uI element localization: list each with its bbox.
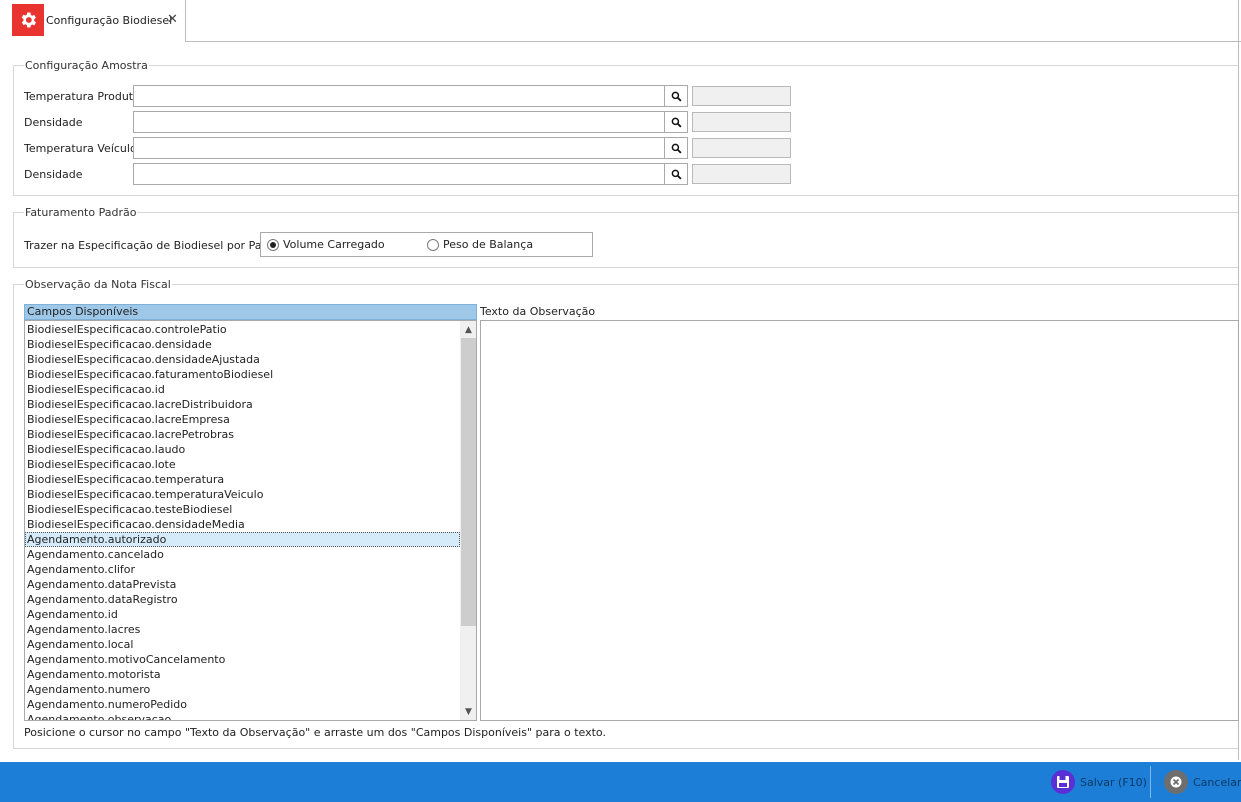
scroll-thumb[interactable] <box>461 338 476 626</box>
list-item[interactable]: BiodieselEspecificacao.densidade <box>25 337 460 352</box>
densidade-veiculo-search-button[interactable] <box>664 163 688 185</box>
radio-label: Volume Carregado <box>283 238 385 251</box>
list-item[interactable]: Agendamento.lacres <box>25 622 460 637</box>
list-item[interactable]: Agendamento.motivoCancelamento <box>25 652 460 667</box>
group-title: Configuração Amostra <box>24 59 149 72</box>
label-temperatura-produto: Temperatura Produto <box>24 90 140 103</box>
floppy-disk-icon <box>1051 770 1075 794</box>
cancel-label: Cancelar <box>1193 775 1241 789</box>
footer-divider <box>1150 766 1151 798</box>
radio-selected-indicator <box>267 238 279 251</box>
list-item[interactable]: BiodieselEspecificacao.faturamentoBiodie… <box>25 367 460 382</box>
radio-unselected-indicator <box>427 238 439 251</box>
list-item[interactable]: BiodieselEspecificacao.densidadeAjustada <box>25 352 460 367</box>
list-item[interactable]: Agendamento.autorizado <box>25 532 460 547</box>
list-item[interactable]: BiodieselEspecificacao.temperatura <box>25 472 460 487</box>
tab-bar: Configuração Biodiesel ✕ <box>0 0 1241 42</box>
densidade-input[interactable] <box>133 111 665 133</box>
gear-icon <box>12 4 44 36</box>
tab-configuracao-biodiesel[interactable]: Configuração Biodiesel ✕ <box>8 0 186 42</box>
app-window: Configuração Biodiesel ✕ Configuração Am… <box>0 0 1241 802</box>
list-item[interactable]: Agendamento.observacao <box>25 712 460 720</box>
densidade-search-button[interactable] <box>664 111 688 133</box>
tab-title: Configuração Biodiesel <box>46 14 173 27</box>
list-item[interactable]: BiodieselEspecificacao.lacrePetrobras <box>25 427 460 442</box>
search-icon <box>671 143 682 154</box>
search-icon <box>671 117 682 128</box>
radio-label: Peso de Balança <box>443 238 534 251</box>
list-item[interactable]: BiodieselEspecificacao.id <box>25 382 460 397</box>
list-item[interactable]: BiodieselEspecificacao.densidadeMedia <box>25 517 460 532</box>
temperatura-veiculo-description <box>692 138 791 158</box>
scroll-down-icon[interactable]: ▼ <box>460 703 476 720</box>
search-icon <box>671 169 682 180</box>
scroll-up-icon[interactable]: ▲ <box>460 321 476 338</box>
densidade-veiculo-description <box>692 164 791 184</box>
instruction-hint: Posicione o cursor no campo "Texto da Ob… <box>24 726 606 739</box>
list-item[interactable]: BiodieselEspecificacao.controlePatio <box>25 322 460 337</box>
list-item[interactable]: BiodieselEspecificacao.lote <box>25 457 460 472</box>
list-item[interactable]: BiodieselEspecificacao.temperaturaVeicul… <box>25 487 460 502</box>
action-bar: Salvar (F10) Cancelar <box>0 762 1241 802</box>
densidade-description <box>692 112 791 132</box>
temperatura-veiculo-input[interactable] <box>133 137 665 159</box>
temperatura-produto-input[interactable] <box>133 85 665 107</box>
list-item[interactable]: BiodieselEspecificacao.lacreEmpresa <box>25 412 460 427</box>
search-icon <box>671 91 682 102</box>
list-items: BiodieselEspecificacao.controlePatio Biod… <box>25 322 460 720</box>
list-item[interactable]: Agendamento.numeroPedido <box>25 697 460 712</box>
radio-volume-carregado[interactable]: Volume Carregado <box>267 238 385 251</box>
list-item[interactable]: Agendamento.motorista <box>25 667 460 682</box>
campos-disponiveis-header: Campos Disponíveis <box>24 304 477 320</box>
radio-peso-de-balanca[interactable]: Peso de Balança <box>427 238 533 251</box>
save-button[interactable]: Salvar (F10) <box>1051 768 1147 796</box>
list-item[interactable]: Agendamento.dataPrevista <box>25 577 460 592</box>
label-trazer-especificacao: Trazer na Especificação de Biodiesel por… <box>24 239 287 252</box>
temperatura-produto-description <box>692 86 791 106</box>
list-item[interactable]: Agendamento.cancelado <box>25 547 460 562</box>
list-item[interactable]: Agendamento.id <box>25 607 460 622</box>
list-item[interactable]: BiodieselEspecificacao.testeBiodiesel <box>25 502 460 517</box>
texto-observacao-label: Texto da Observação <box>480 305 596 318</box>
campos-disponiveis-list[interactable]: BiodieselEspecificacao.controlePatio Biod… <box>24 320 477 721</box>
densidade-veiculo-input[interactable] <box>133 163 665 185</box>
cancel-button[interactable]: Cancelar <box>1164 768 1241 796</box>
close-icon[interactable]: ✕ <box>167 12 178 27</box>
temperatura-veiculo-search-button[interactable] <box>664 137 688 159</box>
temperatura-produto-search-button[interactable] <box>664 85 688 107</box>
texto-observacao-textarea[interactable] <box>480 320 1239 721</box>
list-item[interactable]: Agendamento.clifor <box>25 562 460 577</box>
faturamento-radio-group: Volume Carregado Peso de Balança <box>260 232 593 257</box>
label-temperatura-veiculo: Temperatura Veículo <box>24 142 137 155</box>
close-circle-icon <box>1164 770 1188 794</box>
list-item[interactable]: Agendamento.dataRegistro <box>25 592 460 607</box>
label-densidade: Densidade <box>24 116 83 129</box>
list-item[interactable]: Agendamento.local <box>25 637 460 652</box>
tab-bar-border <box>186 41 1241 42</box>
list-scrollbar[interactable]: ▲ ▼ <box>460 321 476 720</box>
save-label: Salvar (F10) <box>1080 775 1147 789</box>
list-item[interactable]: BiodieselEspecificacao.lacreDistribuidor… <box>25 397 460 412</box>
group-title: Observação da Nota Fiscal <box>24 278 172 291</box>
list-item[interactable]: BiodieselEspecificacao.laudo <box>25 442 460 457</box>
label-densidade-veiculo: Densidade <box>24 168 83 181</box>
list-item[interactable]: Agendamento.numero <box>25 682 460 697</box>
group-title: Faturamento Padrão <box>24 206 138 219</box>
